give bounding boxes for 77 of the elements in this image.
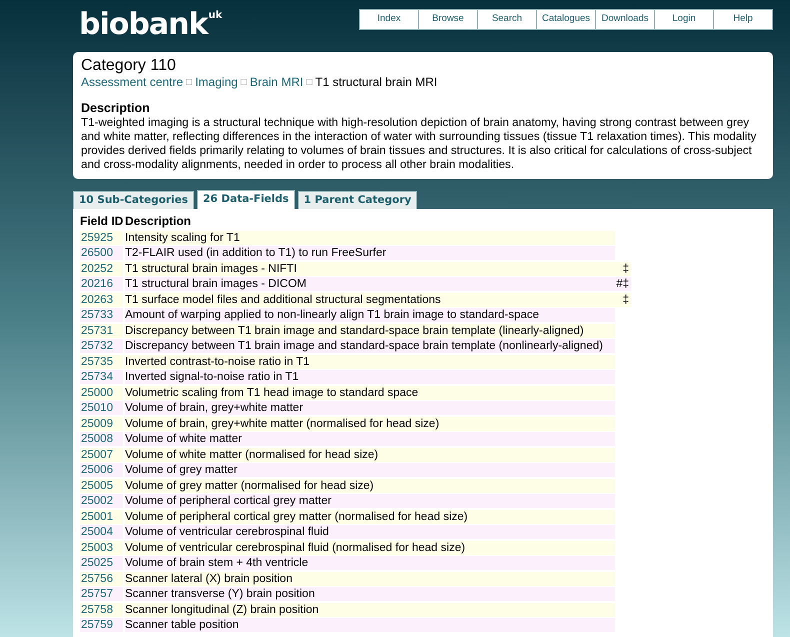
nav-link[interactable]: Help	[714, 10, 772, 29]
field-id-link[interactable]: 25731	[80, 324, 123, 338]
table-cell: Inverted contrast-to-noise ratio in T1	[125, 354, 615, 368]
field-id-link[interactable]: 25003	[80, 540, 123, 554]
nav-link[interactable]: Login	[655, 10, 713, 29]
field-id-link[interactable]: 25756	[80, 572, 123, 586]
table-cell: Volume of ventricular cerebrospinal fluid (normalised for head size)	[125, 540, 615, 554]
separator-glyph: □	[306, 76, 312, 90]
breadcrumb-link[interactable]: Brain MRI	[250, 75, 304, 90]
field-id-link[interactable]: 25732	[80, 339, 123, 353]
table-cell: Amount of warping applied to non-linearly align T1 brain image to standard-space	[125, 308, 615, 322]
field-id-link[interactable]: 25004	[80, 525, 123, 539]
field-id-link[interactable]: 25735	[80, 354, 123, 368]
table-cell: Volume of grey matter	[125, 463, 615, 477]
nav-link[interactable]: Downloads	[596, 10, 654, 29]
field-id-link[interactable]: 25001	[80, 510, 123, 524]
table-cell: Scanner lateral (X) brain position	[125, 572, 615, 586]
table-cell: Volume of white matter	[125, 432, 615, 446]
table-cell: T1 surface model files and additional structural segmentations	[125, 292, 615, 306]
field-id-link[interactable]: 25757	[80, 587, 123, 601]
table-cell: ‡	[615, 292, 631, 306]
table-cell: Inverted signal-to-noise ratio in T1	[125, 370, 615, 384]
field-id-link[interactable]: 25758	[80, 602, 123, 616]
table-cell: Volume of brain, grey+white matter (normalised for head size)	[125, 416, 615, 430]
table-cell: T1 structural brain images - NIFTI	[125, 262, 615, 276]
field-id-link[interactable]: 25759	[80, 618, 123, 632]
tab[interactable]: 26 Data-Fields	[197, 190, 295, 209]
table-cell: Volumetric scaling from T1 head image to standard space	[125, 386, 615, 400]
tab[interactable]: 10 Sub-Categories	[73, 191, 194, 209]
section-heading: Description	[81, 100, 151, 116]
field-id-link[interactable]: 25010	[80, 401, 123, 415]
field-id-link[interactable]: 25734	[80, 370, 123, 384]
table-cell: Volume of brain stem + 4th ventricle	[125, 556, 615, 570]
field-id-link[interactable]: 25733	[80, 308, 123, 322]
table-cell: #‡	[615, 277, 631, 291]
table-cell: ‡	[615, 262, 631, 276]
table-cell: T1 structural brain images - DICOM	[125, 277, 615, 291]
field-id-link[interactable]: 20263	[80, 292, 123, 306]
field-id-link[interactable]: 20252	[80, 262, 123, 276]
field-id-link[interactable]: 25000	[80, 386, 123, 400]
breadcrumb-link[interactable]: Imaging	[195, 75, 238, 90]
separator-glyph: □	[240, 76, 247, 90]
breadcrumb-link[interactable]: Assessment centre	[81, 75, 184, 90]
field-id-link[interactable]: 25009	[80, 416, 123, 430]
separator-glyph: □	[186, 76, 192, 90]
field-id-link[interactable]: 25005	[80, 478, 123, 492]
tab[interactable]: 1 Parent Category	[298, 191, 418, 209]
nav-link[interactable]: Catalogues	[537, 10, 595, 29]
nav-link[interactable]: Index	[360, 10, 418, 29]
field-id-link[interactable]: 25008	[80, 432, 123, 446]
field-id-link[interactable]: 20216	[80, 277, 123, 291]
table-cell: Volume of white matter (normalised for head size)	[125, 448, 615, 462]
table-cell: Scanner longitudinal (Z) brain position	[125, 602, 615, 616]
table-cell: Volume of ventricular cerebrospinal fluid	[125, 525, 615, 539]
table-cell: Discrepancy between T1 brain image and standard-space brain template (linearly-aligned)	[125, 324, 615, 338]
field-id-link[interactable]: 25002	[80, 494, 123, 508]
breadcrumb-current: T1 structural brain MRI	[315, 75, 438, 90]
nav-link[interactable]: Search	[478, 10, 536, 29]
nav-link[interactable]: Browse	[419, 10, 477, 29]
column-header: Description	[125, 214, 192, 229]
field-id-link[interactable]: 25925	[80, 230, 123, 244]
description-text: T1-weighted imaging is a structural technique with high-resolution depiction of brain anatomy, having strong contrast between grey and white matter, reflecting differences in the interaction of water with surrounding tissues (tissue T1 relaxation times). This modality provides derived fields primarily relating to volumes of brain tissues and structures. It is also critical for calculations of cross-subject and cross-modality alignments, needed in order to process all other brain modalities.	[81, 116, 758, 172]
page-title: Category 110	[81, 57, 177, 75]
column-header: Field ID	[80, 214, 124, 229]
table-cell: Scanner transverse (Y) brain position	[125, 587, 615, 601]
field-id-link[interactable]: 25025	[80, 556, 123, 570]
field-id-link[interactable]: 25007	[80, 448, 123, 462]
table-cell: Discrepancy between T1 brain image and standard-space brain template (nonlinearly-aligned)	[125, 339, 615, 353]
table-cell: Volume of peripheral cortical grey matter (normalised for head size)	[125, 510, 615, 524]
field-id-link[interactable]: 26500	[80, 246, 123, 260]
table-cell: Volume of brain, grey+white matter	[125, 401, 615, 415]
table-cell: Volume of grey matter (normalised for head size)	[125, 478, 615, 492]
table-cell: Intensity scaling for T1	[125, 230, 615, 244]
field-id-link[interactable]: 25006	[80, 463, 123, 477]
table-cell: Volume of peripheral cortical grey matter	[125, 494, 615, 508]
table-cell: Scanner table position	[125, 618, 615, 632]
table-cell: T2-FLAIR used (in addition to T1) to run FreeSurfer	[125, 246, 615, 260]
